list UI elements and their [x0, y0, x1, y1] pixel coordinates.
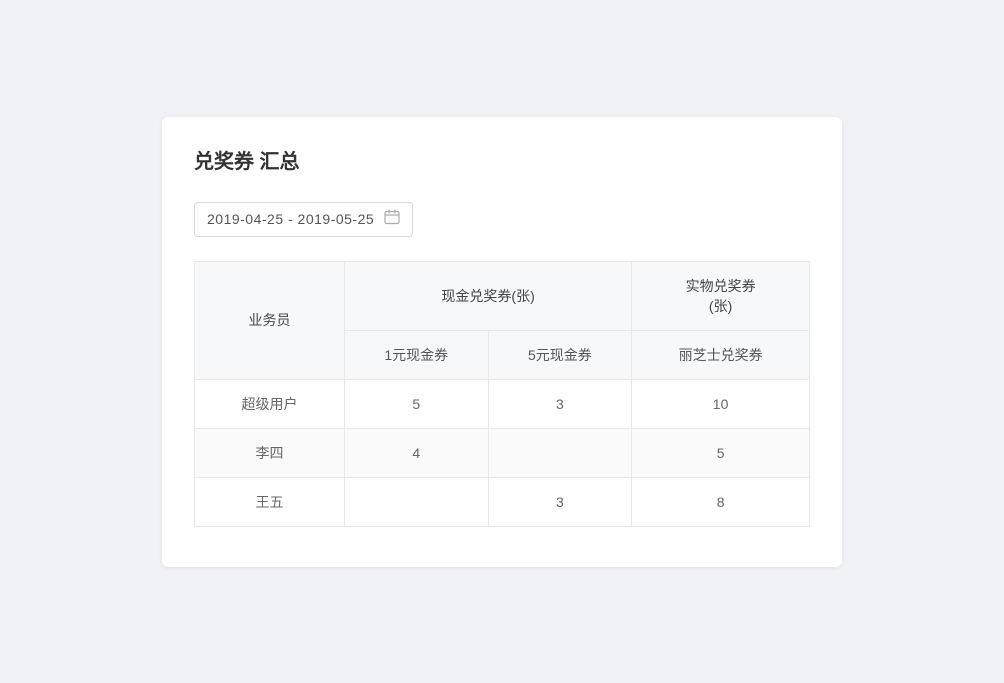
th-physical-voucher: 实物兑奖券(张)	[632, 261, 810, 330]
table-row: 王五 38	[195, 477, 810, 526]
cell-cash1: 5	[345, 379, 489, 428]
table-row: 李四4 5	[195, 428, 810, 477]
th-salesperson: 业务员	[195, 261, 345, 379]
page-title: 兑奖券 汇总	[194, 145, 810, 174]
cell-lizhishi: 10	[632, 379, 810, 428]
cell-salesperson: 王五	[195, 477, 345, 526]
main-card: 兑奖券 汇总 2019-04-25 - 2019-05-25 业务员 现金兑奖券…	[162, 117, 842, 567]
date-picker-value: 2019-04-25 - 2019-05-25	[207, 211, 374, 227]
summary-table: 业务员 现金兑奖券(张) 实物兑奖券(张) 1元现金券 5元现金券 丽芝士兑奖券…	[194, 261, 810, 527]
table-row: 超级用户5310	[195, 379, 810, 428]
th-lizhishi: 丽芝士兑奖券	[632, 330, 810, 379]
cell-cash1	[345, 477, 489, 526]
date-picker[interactable]: 2019-04-25 - 2019-05-25	[194, 202, 413, 237]
th-cash-voucher: 现金兑奖券(张)	[345, 261, 632, 330]
cell-salesperson: 超级用户	[195, 379, 345, 428]
cell-cash1: 4	[345, 428, 489, 477]
cell-lizhishi: 5	[632, 428, 810, 477]
calendar-icon	[384, 209, 400, 230]
cell-salesperson: 李四	[195, 428, 345, 477]
th-cash1: 1元现金券	[345, 330, 489, 379]
th-cash5: 5元现金券	[488, 330, 632, 379]
cell-cash5: 3	[488, 477, 632, 526]
cell-cash5	[488, 428, 632, 477]
cell-cash5: 3	[488, 379, 632, 428]
cell-lizhishi: 8	[632, 477, 810, 526]
